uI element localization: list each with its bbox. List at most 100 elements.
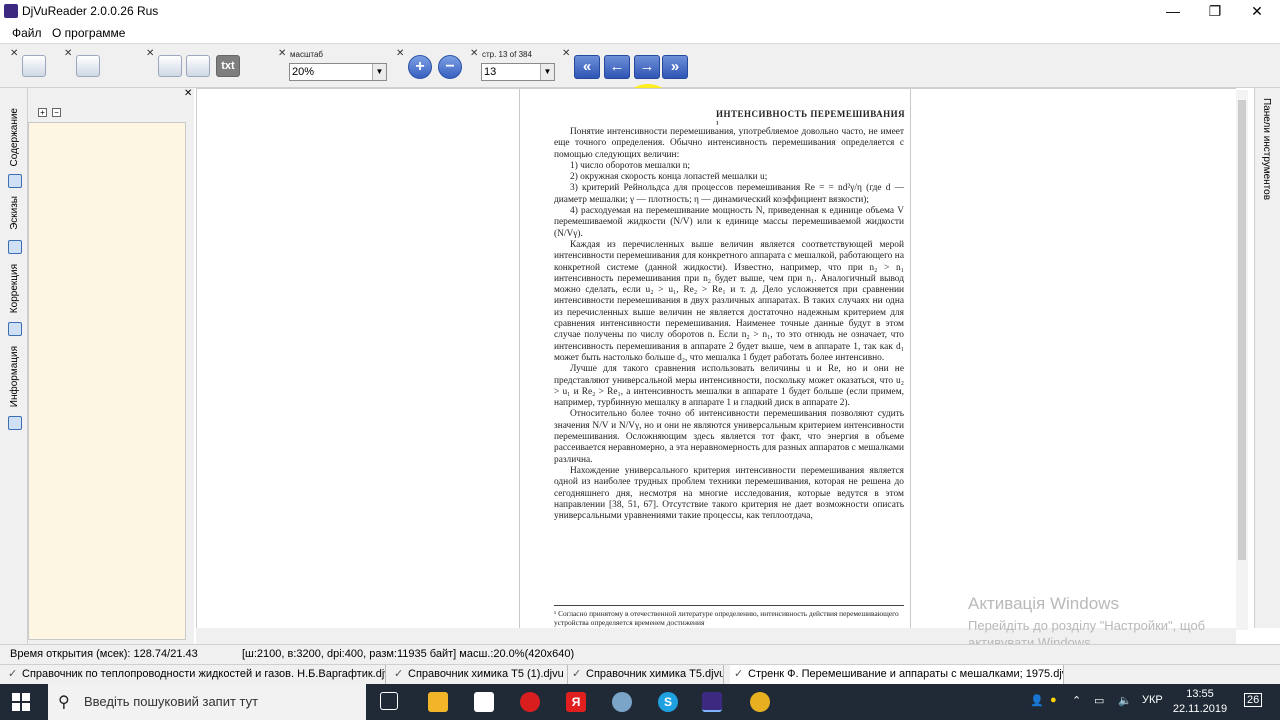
doc-tab[interactable]: ✓ Справочник по теплопроводности жидкост…	[4, 665, 386, 684]
skype-icon[interactable]: S	[658, 692, 678, 712]
tab-correction[interactable]: Коррекция	[9, 264, 20, 313]
people-icon[interactable]: 👤	[1030, 694, 1044, 707]
task-view-icon[interactable]	[380, 692, 398, 710]
file-explorer-icon[interactable]	[428, 692, 448, 712]
doc-tab-active[interactable]: ✓ Стренк Ф. Перемешивание и аппараты с м…	[730, 665, 1064, 684]
text-mode-button[interactable]: txt	[216, 55, 240, 77]
app-icon	[4, 4, 18, 18]
document-tabs: ✓ Справочник по теплопроводности жидкост…	[0, 664, 1280, 684]
select-area-button[interactable]	[158, 55, 182, 77]
toolbar-close-icon[interactable]: ✕	[562, 48, 570, 59]
scale-label: масштаб	[290, 50, 323, 59]
toolbar-close-icon[interactable]: ✕	[470, 48, 478, 59]
last-page-button[interactable]: »	[662, 55, 688, 79]
check-icon: ✓	[734, 668, 744, 680]
zoom-in-button[interactable]: +	[408, 55, 432, 79]
maximize-button[interactable]: ❐	[1192, 0, 1238, 22]
expand-all-icon[interactable]: +	[38, 108, 47, 117]
vertical-scrollbar[interactable]	[1236, 90, 1248, 630]
next-page-button[interactable]: →	[634, 55, 660, 79]
activation-watermark: Активація Windows Перейдіть до розділу "…	[968, 594, 1205, 650]
doc-tab-label: Стренк Ф. Перемешивание и аппараты с меш…	[748, 668, 1064, 680]
toolbar: ✕ ✕ ✕ txt ✕ масштаб 20% ▼ ✕ + − ✕ стр. 1…	[0, 44, 1280, 140]
check-icon: ✓	[394, 668, 404, 680]
doc-tab-label: Справочник по теплопроводности жидкостей…	[22, 668, 386, 680]
view-mode-button[interactable]	[76, 55, 100, 77]
close-window-button[interactable]: ✕	[1234, 0, 1280, 22]
status-bar: Время открытия (мсек): 128.74/21.43 [ш:2…	[0, 644, 1280, 664]
menu-bar: Файл О программе	[0, 22, 1280, 44]
chevron-down-icon[interactable]: ▼	[540, 64, 554, 80]
status-page-info: [ш:2100, в:3200, dpi:400, разм:11935 бай…	[242, 648, 575, 660]
search-placeholder: Введіть пошуковий запит тут	[84, 694, 259, 709]
taskbar-search[interactable]: ⚲ Введіть пошуковий запит тут	[48, 684, 366, 720]
search-icon: ⚲	[58, 694, 70, 711]
watermark-text: Перейдіть до розділу "Настройки", щоб	[968, 618, 1206, 633]
title-bar: DjVuReader 2.0.0.26 Rus — ❐ ✕	[0, 0, 1280, 22]
doc-tab-label: Справочник химика Т5.djvu	[586, 668, 724, 680]
open-file-button[interactable]	[22, 55, 46, 77]
page-paragraph: Понятие интенсивности перемешивания, упо…	[554, 127, 904, 160]
right-panel: Панели инструментов	[1254, 88, 1280, 628]
image-mode-button[interactable]	[186, 55, 210, 77]
chevron-up-icon[interactable]: ⌃	[1072, 694, 1081, 707]
tab-contents[interactable]: Содержание	[9, 108, 20, 166]
app-icon[interactable]	[612, 692, 632, 712]
windows-start-icon[interactable]	[12, 693, 30, 711]
toolbar-close-icon[interactable]: ✕	[146, 48, 154, 59]
collapse-all-icon[interactable]: −	[52, 108, 61, 117]
doc-tab[interactable]: ✓ Справочник химика Т5.djvu	[568, 665, 724, 684]
thumbnails-icon[interactable]	[8, 240, 22, 254]
chrome-icon[interactable]	[750, 692, 770, 712]
contents-tree[interactable]	[28, 122, 186, 640]
doc-tab[interactable]: ✓ Справочник химика Т5 (1).djvu	[390, 665, 568, 684]
sidebar-close-icon[interactable]: ✕	[184, 88, 192, 99]
page-paragraph: Нахождение универсального критерия интен…	[554, 465, 904, 522]
yandex-icon[interactable]: Я	[566, 692, 586, 712]
page-paragraph: 4) расходуемая на перемешивание мощность…	[554, 206, 904, 239]
check-icon: ✓	[572, 668, 582, 680]
document-page: ИНТЕНСИВНОСТЬ ПЕРЕМЕШИВАНИЯ ¹ Понятие ин…	[519, 89, 911, 629]
page-footnote: ¹ Согласно принятому в отечественной лит…	[554, 605, 904, 627]
information-icon[interactable]	[8, 416, 22, 430]
check-icon: ✓	[8, 668, 18, 680]
page-select[interactable]: 13 ▼	[481, 63, 555, 81]
tab-thumbnails[interactable]: Эскизы	[9, 196, 20, 230]
page-paragraph: Относительно более точно об интенсивност…	[554, 409, 904, 465]
notification-app-icon[interactable]: ●	[1050, 694, 1057, 706]
correction-icon[interactable]	[8, 322, 22, 336]
taskbar: ⚲ Введіть пошуковий запит тут Я S 👤 ● ⌃ …	[0, 684, 1280, 720]
sidebar-tabs: Содержание Эскизы Коррекция Информация	[0, 88, 28, 644]
contents-icon[interactable]	[8, 174, 22, 188]
page-text: Понятие интенсивности перемешивания, упо…	[554, 127, 904, 522]
toolbar-close-icon[interactable]: ✕	[10, 48, 18, 59]
clock[interactable]: 13:55 22.11.2019	[1170, 687, 1230, 717]
scale-value: 20%	[292, 66, 315, 78]
menu-about[interactable]: О программе	[52, 26, 125, 40]
notifications-badge[interactable]: 26	[1244, 693, 1263, 707]
document-view[interactable]: ИНТЕНСИВНОСТЬ ПЕРЕМЕШИВАНИЯ ¹ Понятие ин…	[196, 88, 1236, 629]
volume-icon[interactable]: 🔈	[1118, 694, 1132, 707]
prev-page-button[interactable]: ←	[604, 55, 630, 79]
first-page-button[interactable]: «	[574, 55, 600, 79]
scale-select[interactable]: 20% ▼	[289, 63, 387, 81]
toolbar-close-icon[interactable]: ✕	[278, 48, 286, 59]
djvureader-icon[interactable]	[702, 692, 722, 712]
scrollbar-thumb[interactable]	[1238, 100, 1246, 560]
tab-information[interactable]: Информация	[9, 346, 20, 407]
toolbar-close-icon[interactable]: ✕	[396, 48, 404, 59]
network-icon[interactable]: ▭	[1094, 694, 1104, 707]
zoom-out-button[interactable]: −	[438, 55, 462, 79]
status-open-time: Время открытия (мсек): 128.74/21.43	[10, 648, 198, 660]
sidebar-panel: ✕ + −	[28, 88, 194, 644]
opera-icon[interactable]	[520, 692, 540, 712]
minimize-button[interactable]: —	[1150, 0, 1196, 22]
doc-tab-label: Справочник химика Т5 (1).djvu	[408, 668, 564, 680]
store-icon[interactable]	[474, 692, 494, 712]
tab-toolbars[interactable]: Панели инструментов	[1261, 98, 1272, 200]
chevron-down-icon[interactable]: ▼	[372, 64, 386, 80]
page-paragraph: 1) число оборотов мешалки n;	[570, 160, 691, 171]
menu-file[interactable]: Файл	[12, 26, 42, 40]
toolbar-close-icon[interactable]: ✕	[64, 48, 72, 59]
language-indicator[interactable]: УКР	[1142, 694, 1163, 706]
